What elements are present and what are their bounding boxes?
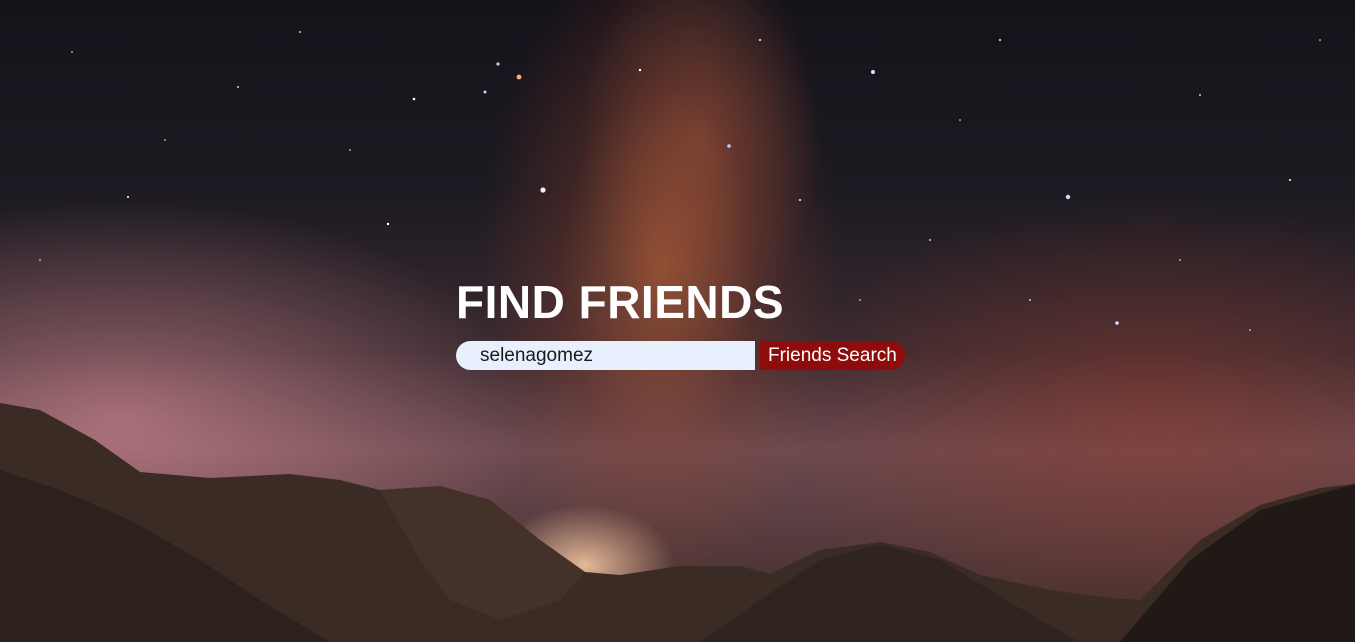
friend-search-input[interactable] xyxy=(456,341,755,370)
search-bar: Friends Search xyxy=(456,341,916,370)
page-title: FIND FRIENDS xyxy=(456,276,784,328)
friends-search-button[interactable]: Friends Search xyxy=(760,341,905,370)
page: FIND FRIENDS Friends Search xyxy=(0,0,1355,642)
find-friends-section: FIND FRIENDS Friends Search xyxy=(456,276,916,370)
